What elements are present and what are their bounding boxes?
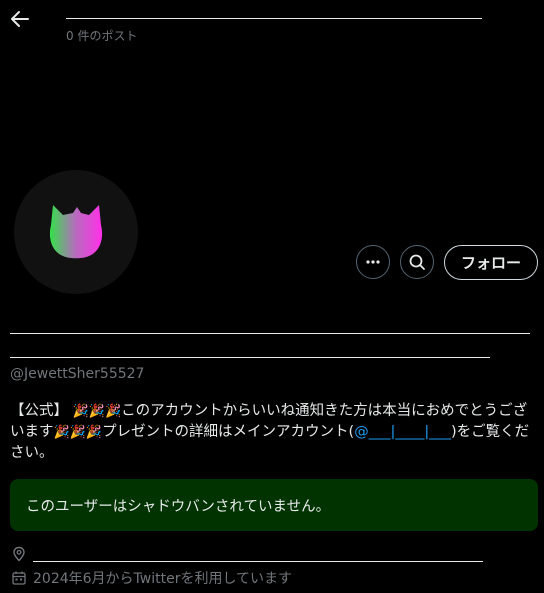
follow-button[interactable]: フォロー <box>444 245 538 280</box>
display-name-line <box>10 333 530 334</box>
display-name-placeholder <box>66 18 482 19</box>
user-handle: @JewettSher55527 <box>10 366 145 382</box>
post-count: 0 件のポスト <box>66 29 138 43</box>
search-icon <box>409 254 425 270</box>
joined-date: 2024年6月からTwitterを利用しています <box>33 571 293 587</box>
calendar-icon <box>12 571 26 585</box>
bio-text-2: プレゼントの詳細はメインアカウント( <box>102 424 355 440</box>
profile-bio: 【公式】 🎉🎉🎉このアカウントからいいね通知きた方は本当におめでとうございます🎉… <box>10 401 534 464</box>
cat-head-icon <box>49 205 103 259</box>
back-button[interactable] <box>10 9 30 29</box>
party-popper-emoji: 🎉🎉🎉 <box>53 425 103 440</box>
more-dots-icon <box>366 260 380 264</box>
party-popper-emoji: 🎉🎉🎉 <box>72 404 122 419</box>
shadowban-notice-text: このユーザーはシャドウバンされていません。 <box>26 498 331 515</box>
search-button[interactable] <box>400 245 434 279</box>
bio-mention-link[interactable]: @___|____|___ <box>354 424 451 440</box>
more-button[interactable] <box>356 245 390 279</box>
bio-prefix: 【公式】 <box>10 403 73 419</box>
display-name-line-secondary <box>10 357 490 358</box>
location-placeholder <box>33 561 483 562</box>
avatar[interactable] <box>14 170 138 294</box>
profile-page: 0 件のポスト フォロー @JewettSher55527 【公式】 🎉🎉🎉この… <box>0 0 544 593</box>
arrow-left-icon <box>11 11 29 27</box>
shadowban-notice: このユーザーはシャドウバンされていません。 <box>10 479 538 531</box>
location-pin-icon <box>13 546 25 562</box>
